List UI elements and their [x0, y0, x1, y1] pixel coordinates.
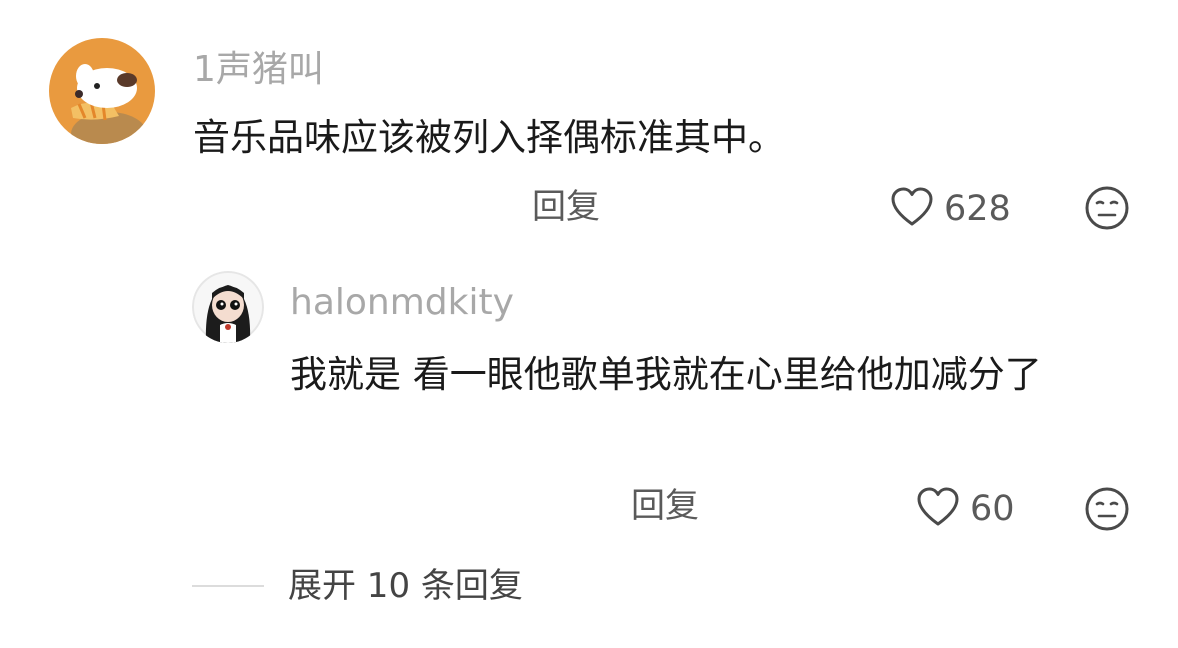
reply-reply-button[interactable]: 回复 — [631, 489, 699, 523]
expand-replies-label: 展开 10 条回复 — [288, 566, 523, 606]
heart-outline-icon — [916, 486, 960, 532]
avatar-image — [49, 38, 155, 144]
avatar[interactable] — [49, 38, 155, 144]
comment-text: 音乐品味应该被列入择偶标准其中。 — [193, 116, 785, 159]
like-button[interactable]: 628 — [890, 186, 1011, 232]
comment-username[interactable]: 1声猪叫 — [193, 52, 324, 88]
reply-avatar[interactable] — [192, 271, 264, 343]
reply-text: 我就是 看一眼他歌单我就在心里给他加减分了 — [290, 353, 1042, 396]
reply-avatar-image — [192, 271, 264, 343]
meh-face-icon[interactable] — [1084, 185, 1130, 235]
reply-username[interactable]: halonmdkity — [290, 285, 514, 321]
expand-replies-button[interactable]: 展开 10 条回复 — [192, 569, 523, 603]
reply-like-button[interactable]: 60 — [916, 486, 1015, 532]
reply-button[interactable]: 回复 — [532, 190, 600, 224]
meh-face-icon[interactable] — [1084, 486, 1130, 536]
comment-thread: 1声猪叫 音乐品味应该被列入择偶标准其中。 回复 628 halonmdkity… — [0, 0, 1178, 648]
like-count: 628 — [944, 188, 1011, 229]
expand-divider — [192, 585, 264, 587]
heart-outline-icon — [890, 186, 934, 232]
reply-like-count: 60 — [970, 488, 1015, 529]
